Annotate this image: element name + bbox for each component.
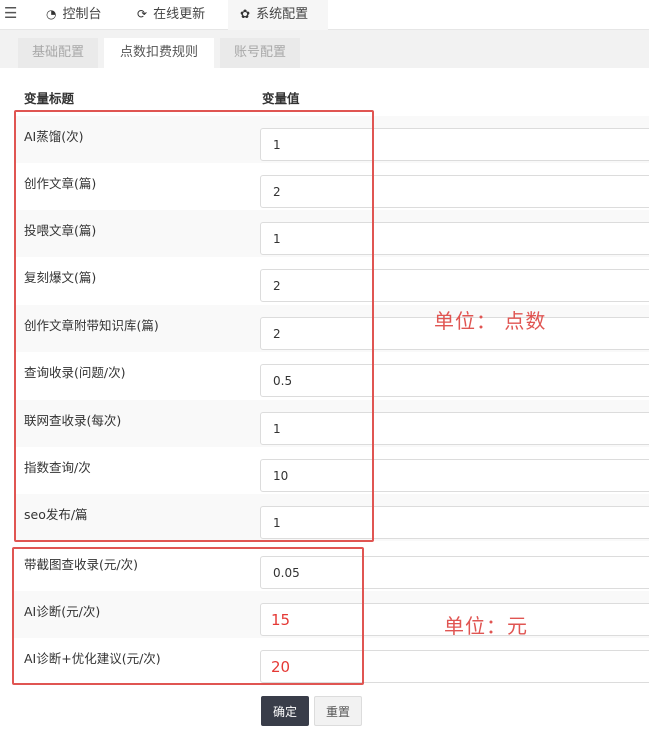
nav-item-label: 控制台 [62, 7, 102, 22]
value-input[interactable] [260, 269, 649, 302]
table-row: AI诊断+优化建议(元/次) [14, 638, 649, 685]
table-row: 创作文章附带知识库(篇) [14, 305, 649, 352]
refresh-icon: ⟳ [137, 7, 148, 21]
value-input[interactable] [260, 175, 649, 208]
table-row: 复刻爆文(篇) [14, 257, 649, 304]
dashboard-icon: ◔ [46, 7, 57, 21]
row-label: 创作文章(篇) [24, 176, 97, 191]
row-label: AI蒸馏(次) [24, 129, 84, 144]
value-input[interactable] [260, 128, 649, 161]
row-label: 查询收录(问题/次) [24, 365, 126, 380]
tab-basic-config[interactable]: 基础配置 [18, 38, 98, 68]
nav-item-label: 在线更新 [153, 7, 206, 22]
menu-icon[interactable]: ☰ [4, 4, 17, 22]
nav-item-label: 系统配置 [256, 7, 309, 22]
nav-item-dashboard[interactable]: ◔ 控制台 [46, 0, 102, 30]
row-label: 联网查收录(每次) [24, 413, 122, 428]
reset-button[interactable]: 重置 [314, 696, 362, 726]
table-row: 带截图查收录(元/次) [14, 544, 649, 591]
row-label: seo发布/篇 [24, 507, 88, 522]
top-navbar: ☰ ◔ 控制台 ⟳ 在线更新 ✿ 系统配置 [0, 0, 649, 30]
value-input[interactable] [260, 412, 649, 445]
gear-icon: ✿ [240, 7, 251, 21]
annotation-points-unit: 单位： 点数 [434, 309, 547, 333]
value-input[interactable] [260, 459, 649, 492]
value-input[interactable] [260, 650, 649, 683]
table-row: 投喂文章(篇) [14, 210, 649, 257]
value-input[interactable] [260, 506, 649, 539]
confirm-button[interactable]: 确定 [261, 696, 309, 726]
table-row: AI诊断(元/次) [14, 591, 649, 638]
table-row: 创作文章(篇) [14, 163, 649, 210]
nav-item-system-config[interactable]: ✿ 系统配置 [228, 0, 328, 30]
table-row: 查询收录(问题/次) [14, 352, 649, 399]
row-label: 带截图查收录(元/次) [24, 557, 138, 572]
column-header-title: 变量标题 [24, 91, 75, 106]
table-row: 指数查询/次 [14, 447, 649, 494]
value-input[interactable] [260, 222, 649, 255]
row-label: 投喂文章(篇) [24, 223, 97, 238]
nav-item-online-update[interactable]: ⟳ 在线更新 [137, 0, 205, 30]
tab-account-config[interactable]: 账号配置 [220, 38, 300, 68]
row-label: AI诊断+优化建议(元/次) [24, 651, 161, 666]
table-row: AI蒸馏(次) [14, 116, 649, 163]
config-tabbar: 基础配置 点数扣费规则 账号配置 [0, 30, 649, 68]
value-input[interactable] [260, 364, 649, 397]
table-row: seo发布/篇 [14, 494, 649, 541]
row-label: AI诊断(元/次) [24, 604, 101, 619]
row-label: 创作文章附带知识库(篇) [24, 318, 159, 333]
table-row: 联网查收录(每次) [14, 400, 649, 447]
row-label: 复刻爆文(篇) [24, 270, 97, 285]
column-header-value: 变量值 [262, 91, 300, 106]
tab-points-rules[interactable]: 点数扣费规则 [104, 38, 214, 68]
value-input[interactable] [260, 556, 649, 589]
row-label: 指数查询/次 [24, 460, 91, 475]
annotation-yuan-unit: 单位：元 [444, 614, 528, 638]
